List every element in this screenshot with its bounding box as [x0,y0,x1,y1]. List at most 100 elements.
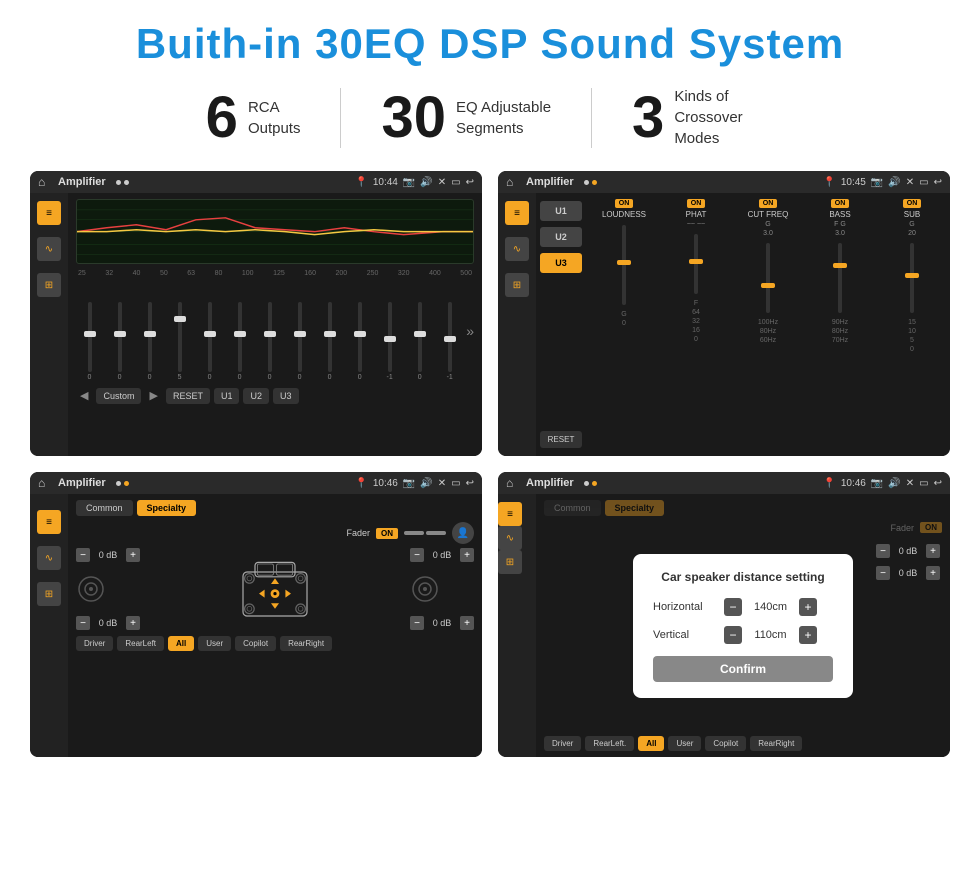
slider-thumb[interactable] [234,331,246,337]
dist-rearright-btn[interactable]: RearRight [750,736,802,751]
slider-thumb[interactable] [354,331,366,337]
fd-sidebar-wave-icon[interactable]: ∿ [37,546,61,570]
bass-slider[interactable] [838,243,842,313]
vol-row-3: − 0 dB + [410,548,474,562]
u3-button[interactable]: U3 [540,253,582,273]
stats-row: 6 RCA Outputs 30 EQ Adjustable Segments … [30,86,950,149]
cr-sidebar-balance-icon[interactable]: ⊞ [505,273,529,297]
eq-play-btn[interactable]: ▶ [145,387,161,404]
x-icon-3: ✕ [438,478,446,489]
cutfreq-slider[interactable] [766,243,770,313]
dist-rearleft-btn[interactable]: RearLeft. [585,736,634,751]
slider-thumb[interactable] [414,331,426,337]
copilot-btn[interactable]: Copilot [235,636,276,651]
loudness-slider[interactable] [622,225,626,305]
rearright-btn[interactable]: RearRight [280,636,332,651]
rearleft-btn[interactable]: RearLeft [117,636,164,651]
slider-thumb[interactable] [84,331,96,337]
vol4-minus[interactable]: − [410,616,424,630]
eq-reset-btn[interactable]: RESET [166,388,210,404]
vertical-plus-btn[interactable]: + [799,626,817,644]
dist-copilot-btn[interactable]: Copilot [705,736,746,751]
sub-slider[interactable] [910,243,914,313]
all-btn[interactable]: All [168,636,194,651]
vol4-plus[interactable]: + [460,616,474,630]
crossover-screen-card: ⌂ Amplifier 📍 10:45 📷 🔊 ✕ ▭ ↩ [498,171,950,456]
fd-sidebar-balance-icon[interactable]: ⊞ [37,582,61,606]
slider-thumb[interactable] [114,331,126,337]
specialty-tab[interactable]: Specialty [137,500,197,516]
eq-sidebar-wave-icon[interactable]: ∿ [37,237,61,261]
u-buttons-panel: U1 U2 U3 RESET [536,193,586,456]
channel-phat: ON PHAT ~~ ~~ F 64 32 16 0 [662,199,730,450]
ds-sidebar-eq-icon[interactable]: ≡ [498,502,522,526]
dialog-title: Car speaker distance setting [653,570,833,584]
confirm-button[interactable]: Confirm [653,656,833,682]
cr-sidebar-wave-icon[interactable]: ∿ [505,237,529,261]
dist-user-btn[interactable]: User [668,736,701,751]
eq-u3-btn[interactable]: U3 [273,388,299,404]
slider-thumb[interactable] [144,331,156,337]
slider-thumb[interactable] [384,336,396,342]
camera-icon-2: 📷 [871,177,883,188]
distance-content: ≡ ∿ ⊞ Common Specialty Fader [498,494,950,757]
ds-sidebar-wave-icon[interactable]: ∿ [498,526,522,550]
sub-thumb[interactable] [905,273,919,278]
slider-thumb[interactable] [264,331,276,337]
phat-thumb[interactable] [689,259,703,264]
u2-button[interactable]: U2 [540,227,582,247]
vol1-minus[interactable]: − [76,548,90,562]
x-icon: ✕ [438,177,446,188]
bass-thumb[interactable] [833,263,847,268]
eq-status-bar: ⌂ Amplifier 📍 10:44 📷 🔊 ✕ ▭ ↩ [30,171,482,193]
slider-thumb[interactable] [294,331,306,337]
crossover-reset-btn[interactable]: RESET [540,431,582,448]
stat-eq: 30 EQ Adjustable Segments [341,89,591,147]
stat-eq-text: EQ Adjustable Segments [456,97,551,139]
eq-custom-btn[interactable]: Custom [96,388,141,404]
vol2-plus[interactable]: + [126,616,140,630]
vertical-minus-btn[interactable]: − [724,626,742,644]
user-btn[interactable]: User [198,636,231,651]
slider-thumb[interactable] [324,331,336,337]
fader-main-area: Common Specialty Fader ON 👤 [68,494,482,757]
eq-sidebar: ≡ ∿ ⊞ [30,193,68,456]
main-title: Buith-in 30EQ DSP Sound System [30,20,950,68]
slider-thumb[interactable] [174,316,186,322]
dist-all-btn[interactable]: All [638,736,664,751]
loudness-thumb[interactable] [617,260,631,265]
dist-driver-btn[interactable]: Driver [544,736,581,751]
fader-slider[interactable] [404,531,424,535]
dist-vol2-minus[interactable]: − [876,566,890,580]
eq-sidebar-balance-icon[interactable]: ⊞ [37,273,61,297]
home-icon-3: ⌂ [38,476,52,490]
crossover-sidebar: ≡ ∿ ⊞ [498,193,536,456]
dist-vol2-plus[interactable]: + [926,566,940,580]
eq-u2-btn[interactable]: U2 [243,388,269,404]
eq-u1-btn[interactable]: U1 [214,388,240,404]
fd-sidebar-eq-icon[interactable]: ≡ [37,510,61,534]
eq-back-btn[interactable]: ◀ [76,387,92,404]
eq-arrow-right[interactable]: » [466,323,474,339]
dist-vol1-minus[interactable]: − [876,544,890,558]
horizontal-minus-btn[interactable]: − [724,598,742,616]
u1-button[interactable]: U1 [540,201,582,221]
eq-sidebar-eq-icon[interactable]: ≡ [37,201,61,225]
channel-bass: ON BASS F G 3.0 90Hz 80Hz 70Hz [806,199,874,450]
cutfreq-thumb[interactable] [761,283,775,288]
slider-thumb[interactable] [204,331,216,337]
driver-btn[interactable]: Driver [76,636,113,651]
cr-sidebar-eq-icon[interactable]: ≡ [505,201,529,225]
slider-thumb[interactable] [444,336,456,342]
phat-slider[interactable] [694,234,698,294]
dist-vol1-plus[interactable]: + [926,544,940,558]
vol1-plus[interactable]: + [126,548,140,562]
horizontal-plus-btn[interactable]: + [799,598,817,616]
fader-slider-2[interactable] [426,531,446,535]
fader-time: 10:46 [373,478,398,489]
common-tab[interactable]: Common [76,500,133,516]
vol3-plus[interactable]: + [460,548,474,562]
ds-sidebar-balance-icon[interactable]: ⊞ [498,550,522,574]
vol2-minus[interactable]: − [76,616,90,630]
vol3-minus[interactable]: − [410,548,424,562]
